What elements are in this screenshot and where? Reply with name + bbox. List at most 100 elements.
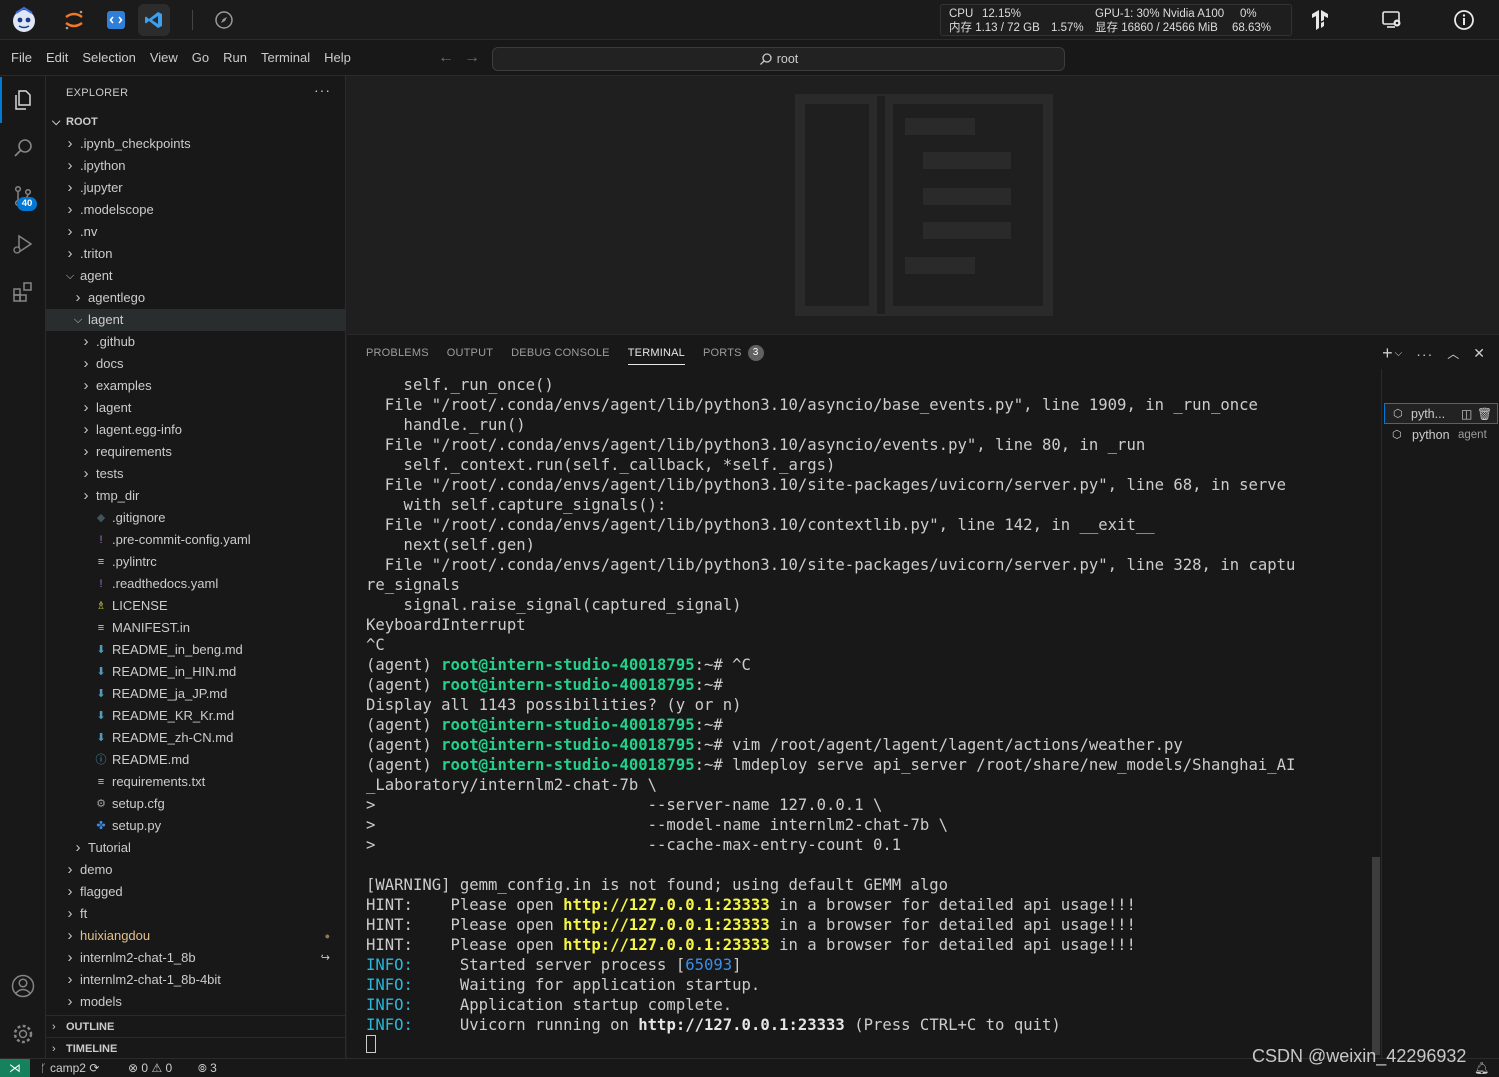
tree-folder[interactable]: › .nv [46,221,346,243]
error-icon: ⊗ [128,1061,139,1075]
tree-folder[interactable]: › lagent [46,397,346,419]
app-logo-icon[interactable] [8,4,40,36]
back-arrow-icon[interactable]: ← [438,49,454,67]
menu-edit[interactable]: Edit [39,40,75,76]
tree-file[interactable]: ✤ setup.py [46,815,346,837]
extensions-icon[interactable] [0,269,46,315]
menu-run[interactable]: Run [216,40,254,76]
tree-file[interactable]: ⬇ README_zh-CN.md [46,727,346,749]
tree-folder[interactable]: › huixiangdou ● [46,925,346,947]
close-panel-icon[interactable]: ✕ [1473,345,1485,362]
menu-file[interactable]: File [4,40,39,76]
tree-folder[interactable]: › examples [46,375,346,397]
explorer-icon[interactable] [0,77,46,123]
menu-help[interactable]: Help [317,40,358,76]
tree-file[interactable]: ≡ MANIFEST.in [46,617,346,639]
tree-folder[interactable]: › ft [46,903,346,925]
tree-file[interactable]: ≡ .pylintrc [46,551,346,573]
menu-view[interactable]: View [143,40,185,76]
tree-file[interactable]: ⬇ README_in_HIN.md [46,661,346,683]
terminal-scrollbar[interactable] [1372,857,1380,1055]
tree-file[interactable]: ! .readthedocs.yaml [46,573,346,595]
tree-folder[interactable]: › .ipython [46,155,346,177]
tree-folder[interactable]: ⌵ lagent [46,309,346,331]
menu-selection[interactable]: Selection [75,40,142,76]
server-url: http://127.0.0.1:23333 [638,1016,845,1034]
tree-folder[interactable]: › tests [46,463,346,485]
tree-file[interactable]: ⚙ setup.cfg [46,793,346,815]
tab-terminal[interactable]: TERMINAL [619,335,694,371]
tree-folder[interactable]: › tmp_dir [46,485,346,507]
terminal-line: self._run_once() [366,375,1366,395]
tree-file[interactable]: ♗ LICENSE [46,595,346,617]
terminal-line: with self.capture_signals(): [366,495,1366,515]
run-debug-icon[interactable] [0,221,46,267]
tree-file[interactable]: ◆ .gitignore [46,507,346,529]
code-editor-icon[interactable] [100,4,132,36]
compass-icon[interactable] [208,4,240,36]
menu-terminal[interactable]: Terminal [254,40,317,76]
tab-debug-console[interactable]: DEBUG CONSOLE [502,335,619,371]
tree-folder[interactable]: › internlm2-chat-1_8b-4bit [46,969,346,991]
tab-problems[interactable]: PROBLEMS [357,335,438,371]
menu-go[interactable]: Go [185,40,216,76]
tree-folder[interactable]: › docs [46,353,346,375]
editor-area[interactable] [347,76,1499,334]
branch-item[interactable]: ᚴ camp2 ⟳ [40,1059,99,1077]
chevron-down-icon[interactable]: ⌵ [1395,348,1403,359]
new-terminal-icon[interactable]: + [1382,343,1393,364]
tree-item-label: README_zh-CN.md [112,730,234,745]
tree-folder[interactable]: › .jupyter [46,177,346,199]
tree-folder[interactable]: › .github [46,331,346,353]
more-actions-icon[interactable]: ··· [1416,346,1433,362]
ports-item[interactable]: ⦾ 3 [198,1059,217,1077]
tree-folder[interactable]: › agentlego [46,287,346,309]
tree-folder[interactable]: › Tutorial [46,837,346,859]
source-control-icon[interactable] [0,173,46,219]
tree-folder[interactable]: › flagged [46,881,346,903]
outline-section[interactable]: › OUTLINE [46,1015,346,1037]
terminal-output[interactable]: self._run_once() File "/root/.conda/envs… [366,375,1366,1055]
tree-folder[interactable]: › lagent.egg-info [46,419,346,441]
terminal-instance-item[interactable]: ⬡ pyth... ◫ 🗑 [1384,403,1498,424]
trash-icon[interactable]: 🗑 [1477,404,1492,423]
outline-label: OUTLINE [66,1021,115,1033]
forward-arrow-icon[interactable]: → [464,49,480,67]
info-icon[interactable] [1448,4,1480,36]
tree-file[interactable]: ⬇ README_ja_JP.md [46,683,346,705]
tree-file[interactable]: ! .pre-commit-config.yaml [46,529,346,551]
manage-gear-icon[interactable] [0,1011,46,1057]
tree-file[interactable]: ⬇ README_KR_Kr.md [46,705,346,727]
split-terminal-icon[interactable]: ◫ [1461,404,1472,423]
timeline-section[interactable]: › TIMELINE [46,1037,346,1059]
more-actions-icon[interactable]: ··· [314,82,331,98]
problems-item[interactable]: ⊗ 0 ⚠ 0 [128,1059,172,1077]
tree-folder[interactable]: › models [46,991,346,1013]
tree-file[interactable]: ⬇ README_in_beng.md [46,639,346,661]
tree-folder[interactable]: › requirements [46,441,346,463]
tab-ports[interactable]: PORTS 3 [694,335,773,371]
tree-folder[interactable]: › demo [46,859,346,881]
tree-item-label: setup.cfg [112,796,165,811]
terminal-text: ] [732,956,742,974]
tree-folder[interactable]: › internlm2-chat-1_8b ↪ [46,947,346,969]
tree-folder[interactable]: › .modelscope [46,199,346,221]
maximize-panel-icon[interactable]: ︿ [1447,345,1459,362]
notifications-bell-icon[interactable]: 🔔︎ [1474,1059,1489,1077]
explorer-root-header[interactable]: ⌵ ROOT [46,111,346,133]
account-icon[interactable] [0,963,46,1009]
command-center-search[interactable]: root [492,47,1065,71]
tree-file[interactable]: ≡ requirements.txt [46,771,346,793]
search-icon[interactable] [0,125,46,171]
tree-folder[interactable]: ⌵ agent [46,265,346,287]
monitor-settings-icon[interactable] [1376,4,1408,36]
tree-folder[interactable]: › .ipynb_checkpoints [46,133,346,155]
tab-output[interactable]: OUTPUT [438,335,502,371]
tree-file[interactable]: ⓘ README.md [46,749,346,771]
jupyter-icon[interactable] [58,4,90,36]
terminal-instance-item[interactable]: ⬡ python agent [1384,425,1498,446]
vscode-icon[interactable] [138,4,170,36]
remote-indicator-icon[interactable]: ⋊ [0,1059,30,1077]
tensorflow-icon[interactable] [1304,4,1336,36]
tree-folder[interactable]: › .triton [46,243,346,265]
